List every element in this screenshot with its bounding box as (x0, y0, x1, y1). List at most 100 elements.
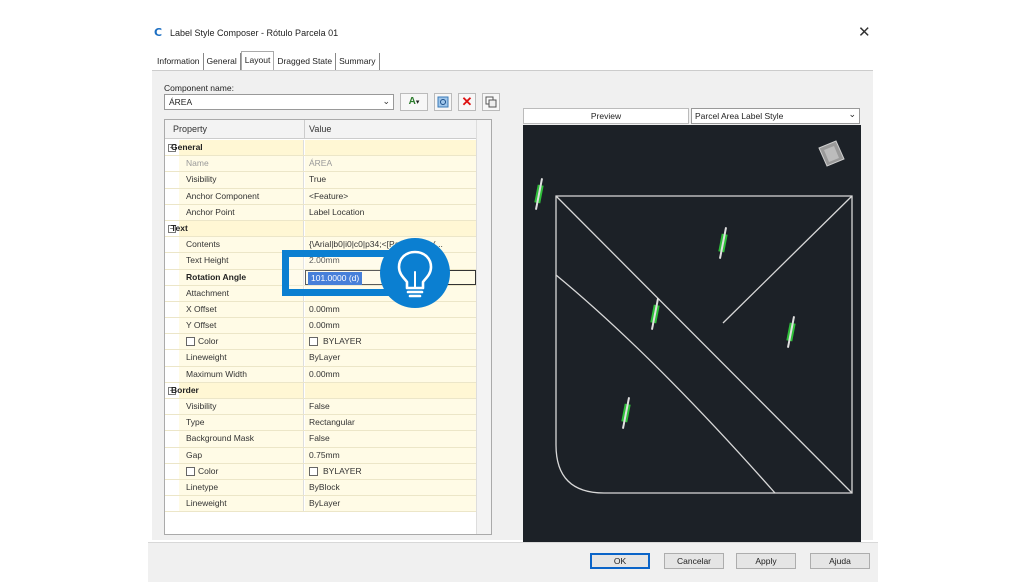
grid-category-row[interactable]: − General (165, 140, 476, 157)
value-cell[interactable]: BYLAYER (305, 463, 476, 479)
delete-component-button[interactable]: ✕ (458, 93, 476, 111)
property-value: 0.00mm (309, 368, 340, 379)
grid-property-row[interactable]: <Feature> Anchor Component (165, 188, 476, 205)
parcel-area-labels (534, 178, 796, 429)
grid-category-row[interactable]: − Border (165, 382, 476, 399)
value-cell[interactable]: 0.00mm (305, 318, 476, 334)
grid-property-row[interactable]: 0.00mm Y Offset (165, 318, 476, 335)
grid-property-row[interactable]: 0.00mm Maximum Width (165, 366, 476, 383)
property-label: Anchor Point (186, 206, 235, 217)
property-value: True (309, 174, 327, 185)
value-cell[interactable]: 0.75mm (305, 447, 476, 463)
property-label: Rotation Angle (186, 271, 247, 282)
ok-button[interactable]: OK (590, 553, 650, 569)
value-cell[interactable]: Label Location (305, 204, 476, 220)
property-grid: Property Value − General ÁREA Name True Visib… (164, 119, 492, 535)
value-cell[interactable]: <Feature> (305, 188, 476, 204)
property-value: False (309, 433, 330, 444)
property-label: Y Offset (186, 320, 217, 331)
color-checkbox[interactable] (186, 337, 195, 347)
value-cell[interactable]: ByLayer (305, 496, 476, 512)
value-cell[interactable]: ByBlock (305, 479, 476, 496)
grid-property-row[interactable]: False Background Mask (165, 431, 476, 448)
tab-layout[interactable]: Layout (240, 51, 275, 70)
grid-property-row[interactable]: ByLayer Lineweight (165, 496, 476, 513)
copy-icon (485, 96, 497, 108)
grid-property-row[interactable]: True Visibility (165, 172, 476, 189)
lightbulb-icon (397, 250, 433, 298)
value-column-header: Value (309, 124, 332, 134)
value-cell[interactable]: BYLAYER (305, 334, 476, 350)
property-label: Type (186, 417, 205, 428)
tab-summary[interactable]: Summary (336, 53, 380, 70)
property-label: Maximum Width (186, 368, 247, 379)
component-name-select[interactable]: ÁREA ⌄ (164, 94, 394, 110)
tab-dragged-state[interactable]: Dragged State (274, 53, 337, 70)
grid-property-row[interactable]: 0.75mm Gap (165, 447, 476, 464)
property-value: <Feature> (309, 190, 349, 201)
color-checkbox[interactable] (186, 466, 195, 476)
civil3d-app-icon: C (154, 26, 163, 39)
pick-icon (437, 96, 449, 108)
property-column-header: Property (173, 124, 208, 134)
property-label: X Offset (186, 303, 217, 314)
layout-panel: Component name: ÁREA ⌄ A▾ ✕ Property Val… (152, 70, 873, 542)
value-cell[interactable]: False (305, 431, 476, 447)
property-value: Label Location (309, 206, 365, 217)
value-cell[interactable]: Rectangular (305, 415, 476, 431)
property-value: ByLayer (309, 498, 341, 509)
value-cell[interactable]: False (305, 399, 476, 415)
grid-category-row[interactable]: − Text (165, 220, 476, 238)
color-swatch (309, 337, 318, 347)
grid-property-row[interactable]: ÁREA Name (165, 156, 476, 173)
apply-button[interactable]: Apply (736, 553, 796, 569)
property-label: Lineweight (186, 352, 227, 363)
grid-property-row[interactable]: Rectangular Type (165, 415, 476, 432)
component-name-label: Component name: (164, 83, 234, 93)
property-value: ByLayer (309, 352, 341, 363)
property-cell (179, 220, 304, 237)
tab-general[interactable]: General (203, 53, 241, 70)
help-button[interactable]: Ajuda (810, 553, 870, 569)
tab-strip: Information General Layout Dragged State… (154, 51, 380, 70)
property-label: Linetype (186, 481, 219, 492)
property-label: Background Mask (186, 433, 255, 444)
add-text-component-button[interactable]: A▾ (400, 93, 428, 111)
property-label: Visibility (186, 174, 217, 185)
pick-button[interactable] (434, 93, 452, 111)
value-cell[interactable]: ByLayer (305, 350, 476, 366)
preview-canvas[interactable] (523, 125, 861, 542)
grid-header: Property Value (165, 120, 491, 139)
value-cell[interactable]: ÁREA (305, 156, 476, 172)
dialog-footer: OK Cancelar Apply Ajuda (148, 542, 878, 582)
copy-component-button[interactable] (482, 93, 500, 111)
grid-property-row[interactable]: ByLayer Lineweight (165, 350, 476, 367)
parcel-linework (555, 195, 853, 494)
component-name-value: ÁREA (169, 97, 193, 107)
property-value: 0.75mm (309, 449, 340, 460)
grid-property-row[interactable]: False Visibility (165, 399, 476, 416)
value-cell (305, 140, 476, 156)
value-cell[interactable]: True (305, 172, 476, 188)
grid-property-row[interactable]: BYLAYER Color (165, 334, 476, 351)
window-title: Label Style Composer - Rótulo Parcela 01 (170, 28, 339, 38)
close-icon[interactable]: ✕ (858, 25, 871, 40)
tab-information[interactable]: Information (154, 53, 204, 70)
value-cell (305, 382, 476, 398)
property-value: ÁREA (309, 158, 333, 169)
color-swatch (309, 466, 318, 476)
tip-callout (380, 238, 450, 308)
grid-property-row[interactable]: Label Location Anchor Point (165, 204, 476, 221)
preview-style-select[interactable]: Parcel Area Label Style ⌄ (691, 108, 860, 124)
chevron-down-icon: ⌄ (382, 96, 390, 106)
property-label: Attachment (186, 287, 229, 298)
property-label: Color (198, 336, 219, 347)
cancel-button[interactable]: Cancelar (664, 553, 724, 569)
grid-property-row[interactable]: BYLAYER Color (165, 463, 476, 480)
value-cell (305, 220, 476, 237)
value-cell[interactable]: 0.00mm (305, 366, 476, 382)
property-label: Border (171, 384, 199, 395)
property-value: BYLAYER (323, 465, 362, 476)
grid-property-row[interactable]: ByBlock Linetype (165, 479, 476, 497)
property-value: Rectangular (309, 417, 355, 428)
